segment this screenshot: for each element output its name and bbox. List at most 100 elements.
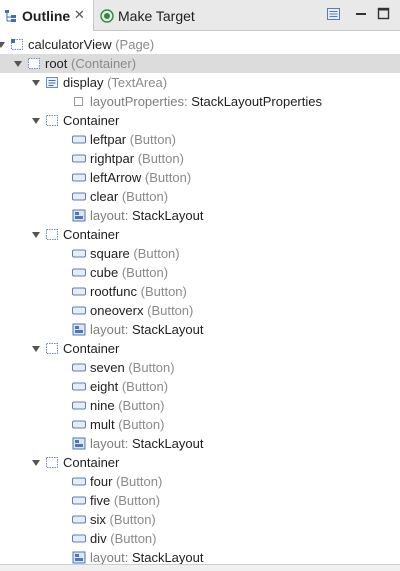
node-name: cube [90,265,119,280]
button-icon [72,380,86,393]
tree-row-label: rightpar (Button) [90,150,184,167]
tree-row[interactable]: oneoverx (Button) [0,301,400,320]
node-name: Container [63,341,120,356]
button-icon [72,152,86,165]
tree-row[interactable]: leftpar (Button) [0,130,400,149]
button-icon [72,418,86,431]
tree-row[interactable]: leftArrow (Button) [0,168,400,187]
node-name: rootfunc [90,284,137,299]
tree-row[interactable]: cube (Button) [0,263,400,282]
page-icon [10,38,24,51]
tree-row[interactable]: rightpar (Button) [0,149,400,168]
node-type: (Button) [147,303,194,318]
tree-row-label: div (Button) [90,530,157,547]
node-name: display [63,75,104,90]
button-icon [72,190,86,203]
tree-row[interactable]: layout: StackLayout [0,206,400,225]
tree-row-label: layoutProperties: StackLayoutProperties [90,93,322,110]
tree-row[interactable]: nine (Button) [0,396,400,415]
tree-row-label: layout: StackLayout [90,207,203,224]
tree-row-label: six (Button) [90,511,156,528]
button-icon [72,266,86,279]
tree-row-label: nine (Button) [90,397,164,414]
node-type: (Button) [118,417,165,432]
tree-row[interactable]: Container [0,111,400,130]
node-name: mult [90,417,115,432]
node-name: leftpar [90,132,127,147]
tree-row[interactable]: six (Button) [0,510,400,529]
tree-row[interactable]: Container [0,339,400,358]
tree-row-label: calculatorView (Page) [28,36,154,53]
expand-arrow-icon[interactable] [31,116,41,126]
tree-row[interactable]: layout: StackLayout [0,434,400,453]
tree-row-label: display (TextArea) [63,74,167,91]
node-type: (Button) [109,512,156,527]
tree-row[interactable]: eight (Button) [0,377,400,396]
node-name: Container [63,113,120,128]
button-icon [72,133,86,146]
tree-row-label: Container [63,112,119,129]
tree-row[interactable]: display (TextArea) [0,73,400,92]
tree-row[interactable]: layoutProperties: StackLayoutProperties [0,92,400,111]
expand-arrow-icon[interactable] [31,230,41,240]
tree-row[interactable]: clear (Button) [0,187,400,206]
tab-make-target[interactable]: Make Target [96,0,224,31]
tree-row[interactable]: div (Button) [0,529,400,548]
node-name: layout: [90,550,129,564]
maximize-icon[interactable] [377,7,391,21]
node-type: (Button) [133,246,180,261]
node-name: seven [90,360,125,375]
tree-row[interactable]: root (Container) [0,54,400,73]
node-name: layoutProperties: [90,94,188,109]
minimize-icon[interactable] [355,7,367,21]
tree-row-label: four (Button) [90,473,162,490]
tree-row[interactable]: Container [0,225,400,244]
tree-row[interactable]: layout: StackLayout [0,548,400,564]
tab-outline[interactable]: Outline ✕ [0,0,94,31]
tree-row-label: mult (Button) [90,416,164,433]
tree-row[interactable]: rootfunc (Button) [0,282,400,301]
node-type: (Button) [113,493,161,508]
tree-row[interactable]: layout: StackLayout [0,320,400,339]
expand-arrow-icon[interactable] [31,344,41,354]
close-icon[interactable]: ✕ [74,7,85,23]
button-icon [72,285,86,298]
tree-row-label: five (Button) [90,492,160,509]
expand-arrow-icon[interactable] [13,59,23,69]
button-icon [72,532,86,545]
tree-row[interactable]: five (Button) [0,491,400,510]
node-name: leftArrow [90,170,142,185]
tree-row-label: rootfunc (Button) [90,283,187,300]
tree-row[interactable]: calculatorView (Page) [0,35,400,54]
tree-row[interactable]: square (Button) [0,244,400,263]
node-name: eight [90,379,119,394]
node-value: StackLayoutProperties [191,94,322,109]
layout-icon [72,437,86,450]
tree-row-label: layout: StackLayout [90,321,203,338]
tab-make-target-label: Make Target [118,7,195,24]
tree-row-label: leftArrow (Button) [90,169,191,186]
view-menu-icon[interactable] [326,6,342,22]
node-name: four [90,474,113,489]
tree-row-label: square (Button) [90,245,180,262]
node-value: StackLayout [131,550,204,564]
tree-row[interactable]: mult (Button) [0,415,400,434]
tree-row[interactable]: seven (Button) [0,358,400,377]
node-type: (Container) [71,56,137,71]
node-value: StackLayout [131,208,204,223]
node-type: (Button) [118,398,165,413]
button-icon [72,247,86,260]
tree-row[interactable]: four (Button) [0,472,400,491]
expand-arrow-icon[interactable] [0,40,6,50]
node-name: five [90,493,111,508]
outline-icon [5,9,16,22]
expand-arrow-icon[interactable] [31,458,41,468]
tree-row-label: clear (Button) [90,188,168,205]
node-type: (TextArea) [107,75,168,90]
node-name: square [90,246,130,261]
container-icon [45,228,59,241]
node-type: (Button) [137,151,184,166]
tree-row[interactable]: Container [0,453,400,472]
expand-arrow-icon[interactable] [31,78,41,88]
node-type: (Button) [116,474,163,489]
